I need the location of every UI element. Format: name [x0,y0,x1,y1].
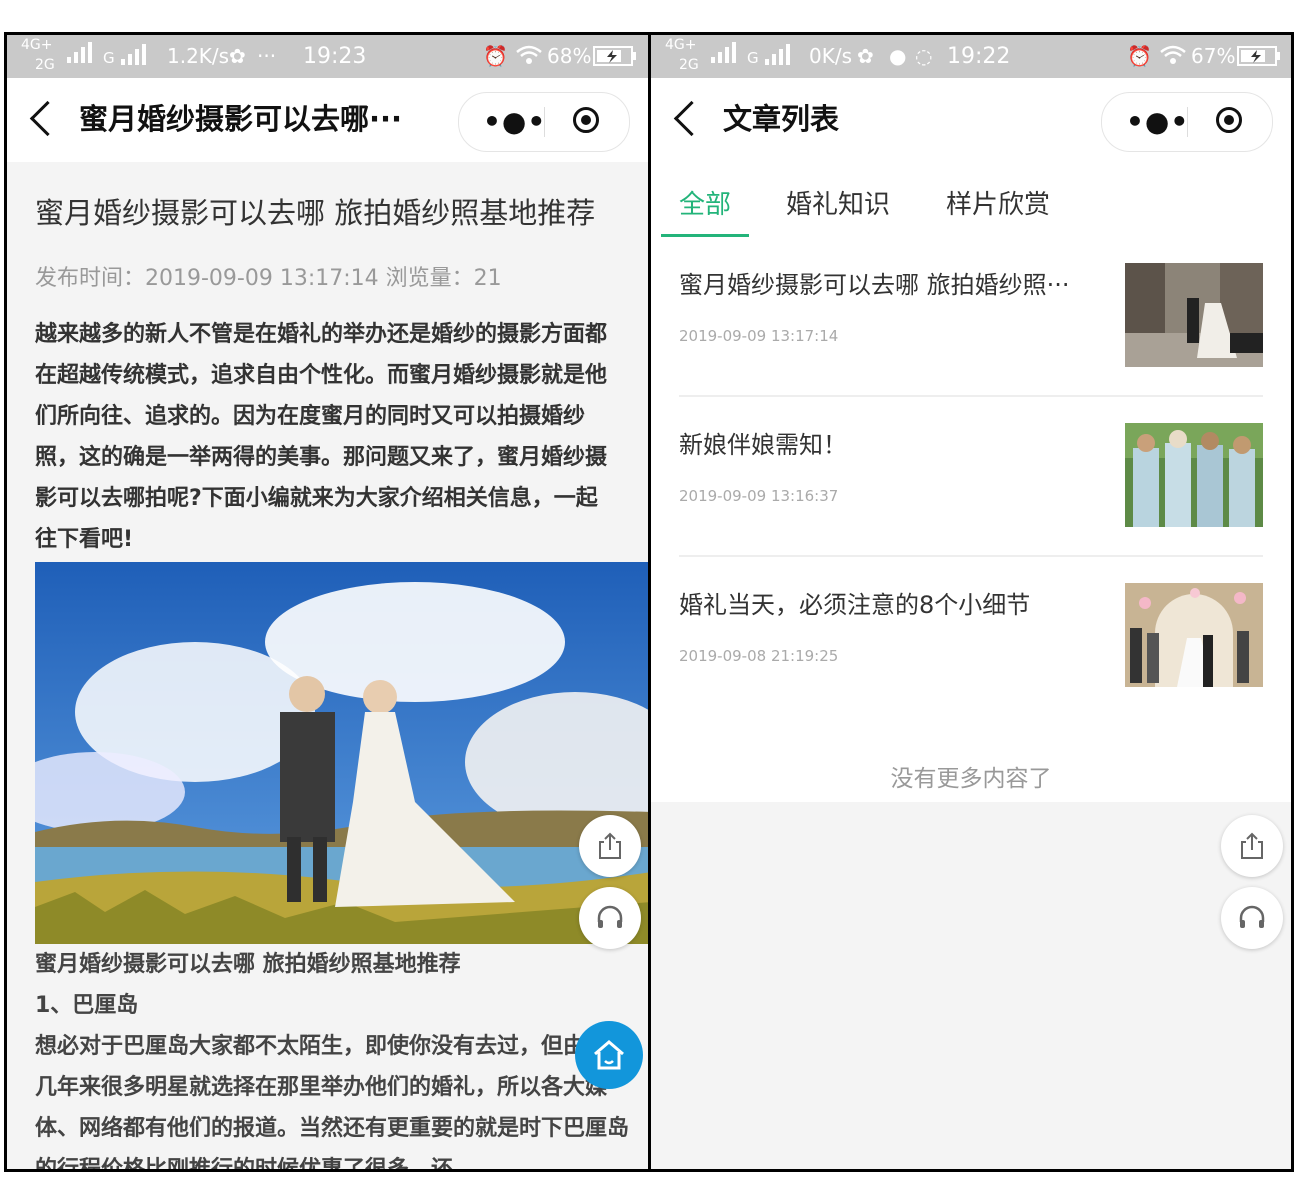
caption-title: 蜜月婚纱摄影可以去哪 旅拍婚纱照基地推荐 [35,952,461,977]
customer-service-button[interactable] [1221,887,1283,949]
article-body: 蜜月婚纱摄影可以去哪 旅拍婚纱照基地推荐 1、巴厘岛 想必对于巴厘岛大家都不太陌… [35,944,635,1172]
article-title: 蜜月婚纱摄影可以去哪 旅拍婚纱照··· [679,271,1070,299]
customer-service-button[interactable] [579,887,641,949]
share-button[interactable] [1221,815,1283,877]
app-notification-icon: ✿ [229,44,246,68]
chat-icon: ● [889,44,907,68]
section-paragraph: 想必对于巴厘岛大家都不太陌生，即使你没有去过，但由于近几年来很多明星就选择在那里… [35,1034,630,1172]
article-detail-screen: 4G+ 2G G 1.2K/s ✿ ··· 19:23 ⏰ 68% 蜜月婚纱摄影… [4,32,651,1172]
close-mini-program-icon[interactable] [573,107,599,133]
network-type-g: G [103,49,115,67]
tab-all[interactable]: 全部 [679,184,731,221]
home-button[interactable] [575,1021,643,1089]
tab-sample-gallery[interactable]: 样片欣赏 [946,184,1050,221]
wifi-icon [1159,44,1187,71]
article-list: 蜜月婚纱摄影可以去哪 旅拍婚纱照··· 2019-09-09 13:17:14 … [651,237,1291,802]
more-menu-icon[interactable]: •●• [1126,108,1189,136]
article-title: 婚礼当天，必须注意的8个小细节 [679,591,1031,619]
more-notifications-icon: ··· [257,44,277,68]
article-thumbnail [1125,423,1263,527]
list-item[interactable]: 新娘伴娘需知！ 2019-09-09 13:16:37 [679,397,1263,557]
article-thumbnail [1125,583,1263,687]
signal-icon [761,43,797,72]
capsule-divider [544,107,545,137]
share-button[interactable] [579,815,641,877]
article-list-screen: 4G+ 2G G 0K/s ✿ ● ◌ 19:22 ⏰ 67% 文章列表 •●• [648,32,1294,1172]
bell-icon: ◌ [915,44,933,68]
category-tabs: 全部 婚礼知识 样片欣赏 [651,162,1291,237]
list-item[interactable]: 婚礼当天，必须注意的8个小细节 2019-09-08 21:19:25 [679,557,1263,715]
battery-charging-icon [1237,46,1281,71]
page-title: 文章列表 [723,102,840,136]
alarm-icon: ⏰ [1127,44,1152,68]
list-item[interactable]: 蜜月婚纱摄影可以去哪 旅拍婚纱照··· 2019-09-09 13:17:14 [679,237,1263,397]
status-bar: 4G+ 2G G 1.2K/s ✿ ··· 19:23 ⏰ 68% [7,35,648,78]
article-date: 2019-09-09 13:16:37 [679,487,839,505]
section-heading: 1、巴厘岛 [35,993,139,1018]
network-type: 4G+ [21,37,53,53]
article-intro: 越来越多的新人不管是在婚礼的举办还是婚纱的摄影方面都在超越传统模式，追求自由个性… [35,322,608,552]
wifi-icon [515,44,543,71]
signal-icon [709,41,739,70]
share-icon [599,832,621,859]
alarm-icon: ⏰ [483,44,508,68]
article-content: 蜜月婚纱摄影可以去哪 旅拍婚纱照基地推荐 发布时间：2019-09-09 13:… [7,162,648,1169]
signal-icon [65,41,95,70]
article-title: 新娘伴娘需知！ [679,431,847,459]
headset-icon [597,905,623,928]
network-type-g: G [747,49,759,67]
article-title: 蜜月婚纱摄影可以去哪 旅拍婚纱照基地推荐 [35,196,596,230]
share-icon [1241,832,1263,859]
wedding-photo [35,562,648,944]
clock: 19:23 [303,44,367,69]
mini-program-capsule: •●• [1101,92,1273,152]
net-speed: 0K/s [809,44,852,68]
article-date: 2019-09-09 13:17:14 [679,327,839,345]
mini-program-capsule: •●• [458,92,630,152]
article-date: 2019-09-08 21:19:25 [679,647,839,665]
app-notification-icon: ✿ [857,44,874,68]
more-menu-icon[interactable]: •●• [483,108,546,136]
status-bar: 4G+ 2G G 0K/s ✿ ● ◌ 19:22 ⏰ 67% [651,35,1291,78]
article-thumbnail [1125,263,1263,367]
back-icon[interactable] [673,100,710,137]
page-title: 蜜月婚纱摄影可以去哪··· [79,102,403,136]
close-mini-program-icon[interactable] [1216,107,1242,133]
back-icon[interactable] [29,100,66,137]
headset-icon [1239,905,1265,928]
battery-level: 68% [547,44,592,68]
network-type-secondary: 2G [679,57,699,73]
tab-wedding-knowledge[interactable]: 婚礼知识 [786,184,890,221]
home-icon [594,1040,624,1070]
battery-charging-icon [593,46,637,71]
nav-bar: 蜜月婚纱摄影可以去哪··· •●• [7,78,648,162]
net-speed: 1.2K/s [167,44,230,68]
no-more-content: 没有更多内容了 [890,766,1052,792]
battery-level: 67% [1191,44,1236,68]
capsule-divider [1187,107,1188,137]
clock: 19:22 [947,44,1011,69]
signal-icon [117,43,153,72]
article-meta: 发布时间：2019-09-09 13:17:14 浏览量：21 [35,266,502,291]
network-type-secondary: 2G [35,57,55,73]
nav-bar: 文章列表 •●• [651,78,1291,162]
network-type: 4G+ [665,37,697,53]
